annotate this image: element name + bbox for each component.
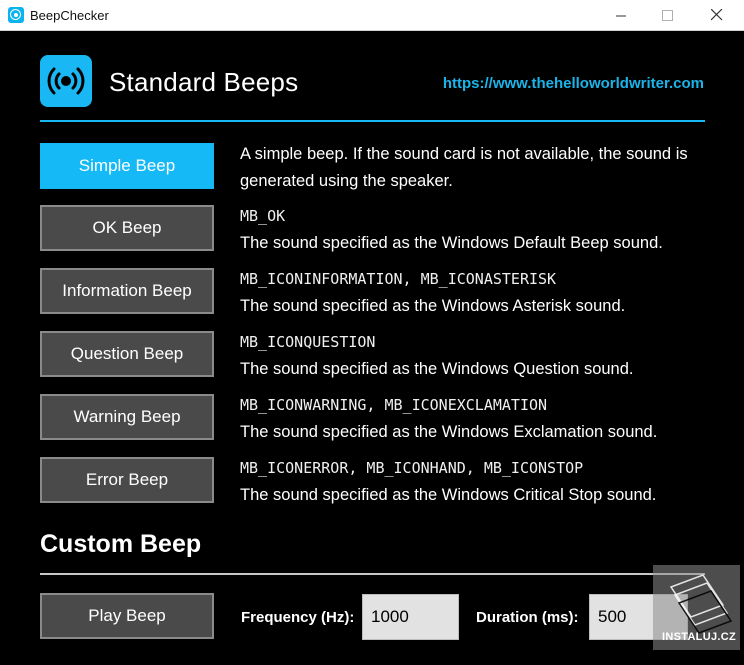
question-beep-description: MB_ICONQUESTION The sound specified as t…	[240, 329, 720, 383]
custom-divider	[40, 573, 705, 575]
description-text: The sound specified as the Windows Defau…	[240, 234, 663, 252]
ok-beep-button[interactable]: OK Beep	[40, 205, 214, 251]
description-text: The sound specified as the Windows Aster…	[240, 297, 626, 315]
app-icon	[8, 7, 24, 23]
maximize-button[interactable]	[644, 0, 690, 30]
error-beep-button[interactable]: Error Beep	[40, 457, 214, 503]
question-beep-button[interactable]: Question Beep	[40, 331, 214, 377]
description-text: The sound specified as the Windows Excla…	[240, 423, 658, 441]
header-divider	[40, 120, 705, 122]
description-text: The sound specified as the Windows Quest…	[240, 360, 634, 378]
warning-beep-description: MB_ICONWARNING, MB_ICONEXCLAMATION The s…	[240, 392, 720, 446]
constant-code: MB_ICONERROR, MB_ICONHAND, MB_ICONSTOP	[240, 459, 584, 477]
constant-code: MB_ICONQUESTION	[240, 333, 376, 351]
frequency-label: Frequency (Hz):	[241, 609, 355, 626]
custom-beep-heading: Custom Beep	[40, 530, 202, 558]
close-icon	[711, 9, 723, 21]
description-text: A simple beep. If the sound card is not …	[240, 145, 688, 190]
constant-code: MB_ICONWARNING, MB_ICONEXCLAMATION	[240, 396, 548, 414]
ok-beep-description: MB_OK The sound specified as the Windows…	[240, 203, 720, 257]
frequency-input[interactable]	[362, 594, 459, 640]
information-beep-description: MB_ICONINFORMATION, MB_ICONASTERISK The …	[240, 266, 720, 320]
constant-code: MB_ICONINFORMATION, MB_ICONASTERISK	[240, 270, 557, 288]
play-beep-button[interactable]: Play Beep	[40, 593, 214, 639]
description-text: The sound specified as the Windows Criti…	[240, 486, 657, 504]
speaker-waves-icon	[40, 55, 92, 107]
title-bar: BeepChecker	[0, 0, 744, 31]
page-title: Standard Beeps	[109, 67, 299, 97]
error-beep-description: MB_ICONERROR, MB_ICONHAND, MB_ICONSTOP T…	[240, 455, 720, 509]
window-title: BeepChecker	[30, 8, 109, 23]
minimize-icon	[615, 15, 626, 16]
watermark-text: INSTALUJ.CZ	[662, 631, 736, 643]
website-link[interactable]: https://www.thehelloworldwriter.com	[443, 75, 704, 92]
constant-code: MB_OK	[240, 207, 286, 225]
warning-beep-button[interactable]: Warning Beep	[40, 394, 214, 440]
minimize-button[interactable]	[598, 0, 644, 30]
maximize-icon	[661, 9, 673, 21]
duration-label: Duration (ms):	[476, 609, 579, 626]
close-button[interactable]	[694, 0, 740, 30]
simple-beep-description: A simple beep. If the sound card is not …	[240, 141, 720, 195]
information-beep-button[interactable]: Information Beep	[40, 268, 214, 314]
simple-beep-button[interactable]: Simple Beep	[40, 143, 214, 189]
